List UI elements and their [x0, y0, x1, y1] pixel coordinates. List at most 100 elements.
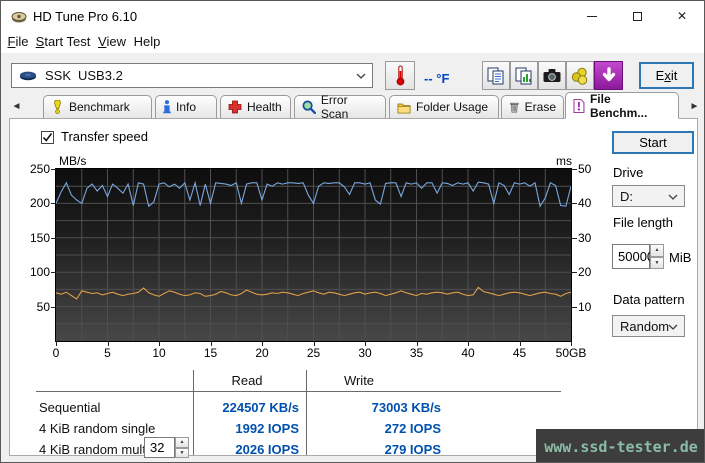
magnifier-icon — [302, 100, 316, 114]
chart-canvas — [56, 169, 571, 341]
trash-icon — [509, 102, 519, 113]
axis-tick — [468, 342, 469, 346]
transfer-speed-label: Transfer speed — [61, 129, 148, 144]
x-axis-tick-label: 40 — [461, 346, 475, 360]
axis-tick — [365, 342, 366, 346]
minimize-button[interactable] — [575, 1, 609, 31]
x-axis-tick-label: 35 — [409, 346, 424, 360]
y-axis-unit-right: ms — [556, 154, 572, 168]
y-axis-tick-label-left: 50 — [36, 299, 50, 314]
drive-select[interactable]: D: — [612, 185, 685, 207]
transfer-speed-chart — [55, 168, 572, 342]
menu-file[interactable]: File — [4, 31, 32, 53]
copy-image-button[interactable] — [510, 61, 538, 90]
axis-tick — [107, 342, 109, 346]
coins-icon — [571, 67, 588, 85]
donate-button[interactable] — [566, 61, 594, 90]
menu-start-test[interactable]: Start Test — [34, 31, 92, 53]
axis-tick — [313, 342, 315, 346]
tab-label: Error Scan — [320, 93, 349, 121]
axis-tick — [159, 342, 160, 346]
camera-icon — [543, 68, 561, 82]
menu-view[interactable]: View — [94, 31, 130, 53]
disk-icon — [20, 71, 36, 81]
tab-scroll-right-button[interactable]: ► — [688, 97, 701, 116]
tab-erase[interactable]: Erase — [501, 95, 564, 118]
tab-info[interactable]: Info — [155, 95, 217, 118]
data-pattern-select[interactable]: Random — [612, 315, 685, 337]
tab-label: Health — [247, 100, 282, 114]
maximize-button[interactable] — [620, 1, 654, 31]
transfer-speed-checkbox[interactable] — [41, 131, 54, 144]
spin-down-button[interactable]: ▼ — [650, 256, 664, 269]
device-vendor: SSK — [45, 68, 72, 83]
y-axis-tick-label-right: 40 — [578, 196, 592, 211]
menu-bar: File Start Test View Help — [1, 31, 704, 53]
toolbar: SSK USB3.2 -- °F E x it — [1, 53, 704, 94]
tab-label: Info — [176, 100, 197, 114]
x-axis-tick-label: 50GB — [555, 346, 587, 360]
copy-image-icon — [515, 67, 532, 84]
axis-tick — [572, 306, 577, 308]
tab-label: Erase — [524, 100, 556, 114]
file-length-input[interactable]: 50000 — [612, 244, 654, 269]
start-button[interactable]: Start — [612, 131, 694, 154]
screenshot-button[interactable] — [538, 61, 566, 90]
tab-health[interactable]: Health — [220, 95, 291, 118]
axis-tick — [416, 342, 418, 346]
close-button[interactable]: ✕ — [665, 1, 699, 31]
file-length-spinner: ▲ ▼ — [650, 244, 664, 269]
title-bar: HD Tune Pro 6.10 ✕ — [1, 1, 704, 31]
axis-tick — [51, 272, 56, 274]
temperature-button[interactable] — [385, 61, 415, 90]
axis-tick — [56, 342, 57, 346]
chevron-down-icon — [356, 73, 366, 79]
y-axis-tick-label-right: 50 — [578, 162, 592, 176]
x-axis-tick-label: 5 — [104, 346, 111, 360]
data-pattern-label: Data pattern — [613, 292, 685, 307]
random-multi-read-value: 2026 IOPS — [235, 442, 299, 457]
temperature-value: -- °F — [424, 71, 450, 86]
row-label-sequential: Sequential — [39, 400, 101, 415]
axis-tick — [572, 203, 577, 205]
tab-folder-usage[interactable]: Folder Usage — [389, 95, 499, 118]
axis-tick — [51, 237, 56, 239]
x-axis-tick-label: 45 — [512, 346, 527, 360]
y-axis-tick-label-left: 200 — [29, 196, 50, 211]
y-axis-tick-label-right: 30 — [578, 230, 592, 245]
axis-tick — [572, 169, 577, 170]
minimize-icon — [587, 15, 597, 17]
sequential-write-value: 73003 KB/s — [371, 400, 441, 415]
device-bus: USB3.2 — [78, 68, 123, 83]
x-axis-tick-label: 30 — [358, 346, 372, 360]
y-axis-tick-label-left: 150 — [29, 230, 50, 245]
maximize-icon — [632, 11, 642, 21]
close-icon: ✕ — [676, 9, 688, 23]
axis-tick — [51, 203, 56, 205]
sequential-read-value: 224507 KB/s — [222, 400, 299, 415]
tab-error-scan[interactable]: Error Scan — [294, 93, 386, 121]
exit-button[interactable]: Ex it — [639, 62, 694, 89]
write-column-header: Write — [343, 373, 375, 388]
health-cross-icon — [228, 100, 242, 114]
thermometer-icon — [396, 65, 404, 86]
x-axis-tick-label: 15 — [203, 346, 218, 360]
axis-tick — [51, 306, 56, 308]
device-select[interactable]: SSK USB3.2 — [11, 63, 373, 88]
save-button[interactable] — [594, 61, 623, 90]
y-axis-tick-label-right: 10 — [578, 299, 592, 314]
spin-up-button[interactable]: ▲ — [650, 244, 664, 257]
app-logo-icon — [11, 12, 27, 23]
menu-help[interactable]: Help — [130, 31, 164, 53]
random-single-write-value: 272 IOPS — [384, 421, 441, 436]
copy-text-button[interactable] — [482, 61, 510, 90]
file-benchmark-icon — [573, 98, 585, 113]
arrow-right-icon: ► — [689, 101, 700, 112]
drive-label: Drive — [613, 165, 644, 180]
tab-benchmark[interactable]: Benchmark — [43, 95, 152, 118]
file-length-unit: MiB — [669, 250, 692, 265]
tab-scroll-left-button[interactable]: ◄ — [8, 97, 25, 116]
row-label-random-multi: 4 KiB random multi — [39, 442, 149, 457]
x-axis-tick-label: 25 — [306, 346, 321, 360]
tab-file-benchmark[interactable]: File Benchm... — [565, 92, 679, 120]
